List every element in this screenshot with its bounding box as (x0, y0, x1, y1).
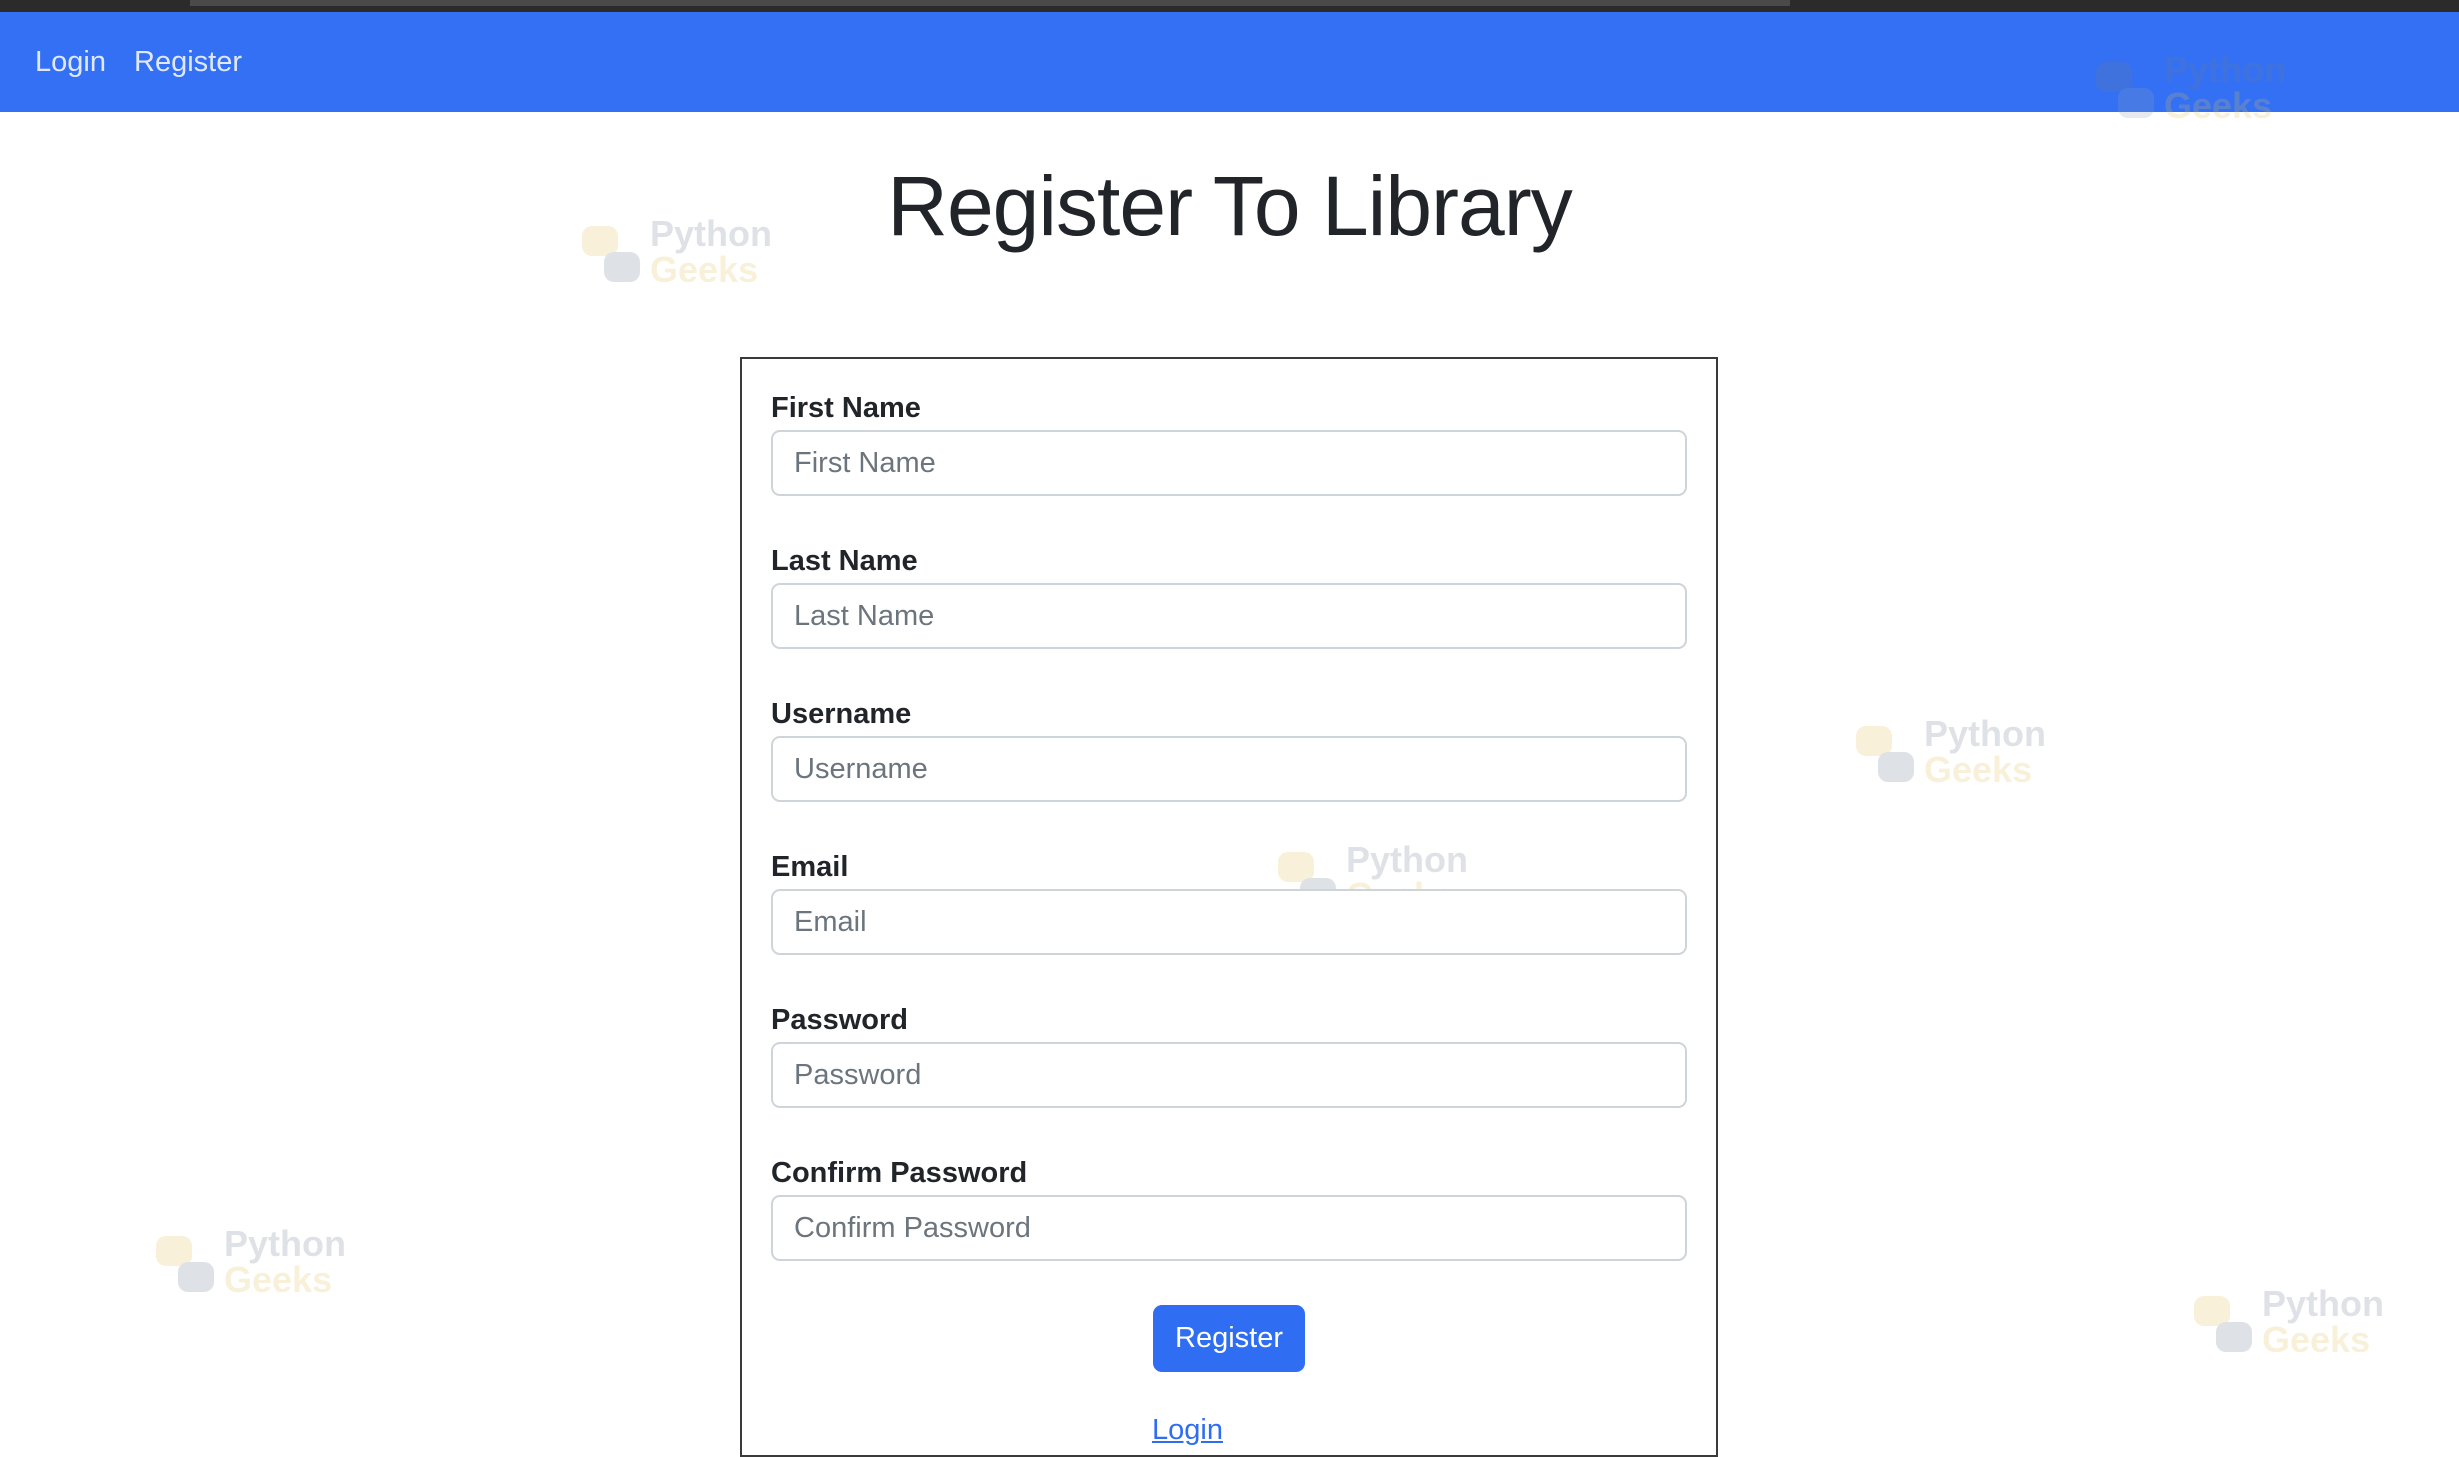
first-name-label: First Name (771, 392, 921, 424)
username-input[interactable] (771, 736, 1687, 802)
python-logo-icon (1856, 726, 1914, 782)
watermark-text: Python (224, 1223, 346, 1264)
watermark-text: Geeks (224, 1259, 333, 1300)
last-name-label: Last Name (771, 545, 918, 577)
python-logo-icon (156, 1236, 214, 1292)
browser-top-edge (0, 0, 2459, 12)
navbar: Login Register (0, 12, 2459, 112)
nav-login-link[interactable]: Login (35, 46, 106, 79)
nav-register-link[interactable]: Register (134, 46, 242, 79)
register-button[interactable]: Register (1153, 1305, 1305, 1372)
watermark-text: Geeks (650, 249, 759, 290)
email-label: Email (771, 851, 849, 883)
watermark-logo: PythonGeeks (152, 1226, 352, 1306)
last-name-input[interactable] (771, 583, 1687, 649)
password-label: Password (771, 1004, 908, 1036)
watermark-text: Geeks (1924, 749, 2033, 790)
browser-tab-strip (190, 0, 1790, 6)
email-input[interactable] (771, 889, 1687, 955)
watermark-text: Python (1924, 713, 2046, 754)
confirm-password-input[interactable] (771, 1195, 1687, 1261)
watermark-logo: PythonGeeks (1852, 716, 2052, 796)
confirm-password-label: Confirm Password (771, 1157, 1028, 1189)
watermark-logo: PythonGeeks (2190, 1286, 2390, 1366)
password-input[interactable] (771, 1042, 1687, 1108)
username-label: Username (771, 698, 912, 730)
page-title: Register To Library (887, 159, 1572, 253)
watermark-text: Geeks (2262, 1319, 2371, 1360)
first-name-input[interactable] (771, 430, 1687, 496)
python-logo-icon (2194, 1296, 2252, 1352)
watermark-text: Python (2262, 1283, 2384, 1324)
login-link[interactable]: Login (1152, 1414, 1223, 1447)
